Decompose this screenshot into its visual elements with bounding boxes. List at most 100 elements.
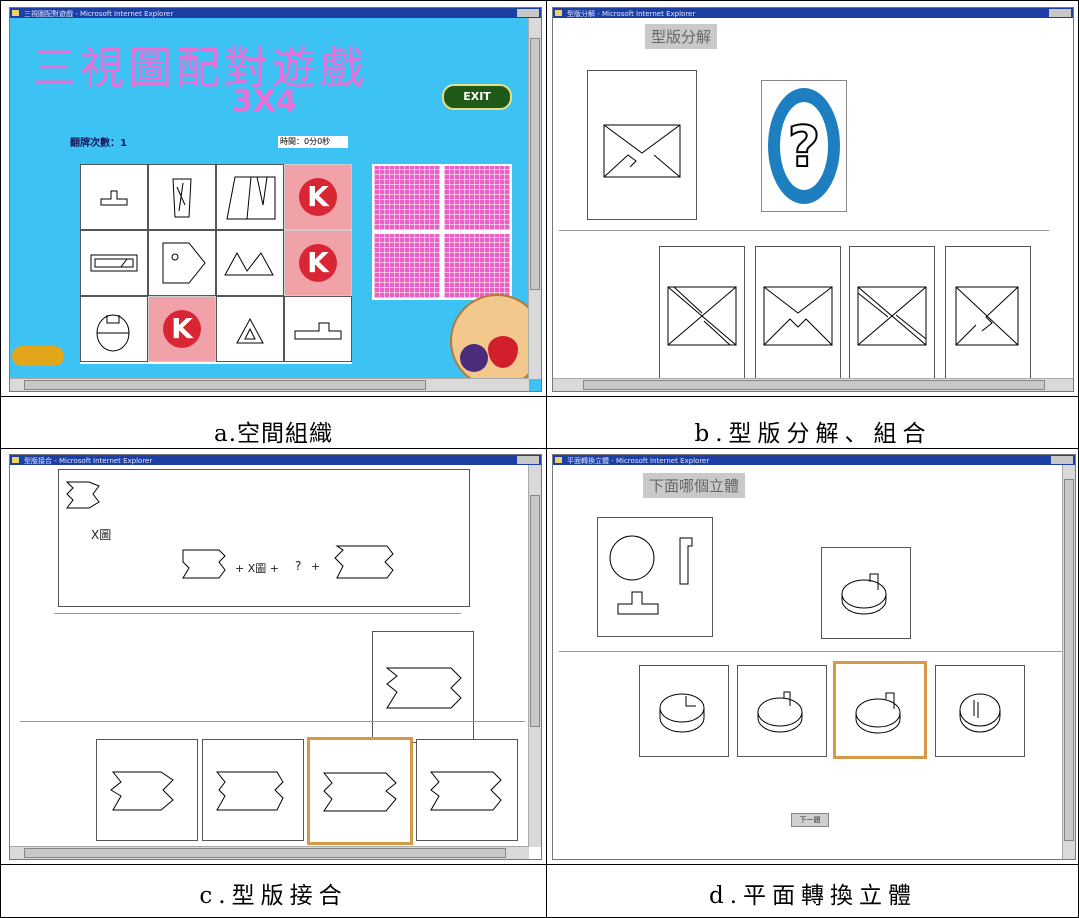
ie-icon: [12, 10, 19, 16]
scroll-thumb[interactable]: [583, 380, 1045, 390]
panel-d: 平面轉換立體 - Microsoft Internet Explorer 下面哪…: [548, 450, 1078, 864]
k-logo: K: [299, 244, 337, 282]
views-card: [597, 517, 713, 637]
choice-card[interactable]: [737, 665, 827, 757]
scroll-thumb[interactable]: [24, 848, 506, 858]
exit-label: EXIT: [463, 90, 491, 103]
choice-card[interactable]: [935, 665, 1025, 757]
scroll-thumb[interactable]: [1064, 479, 1074, 841]
choice-card[interactable]: [96, 739, 198, 841]
card-face-down-k[interactable]: K: [284, 230, 352, 296]
card-shape-steps[interactable]: [284, 296, 352, 362]
target-envelope-card: [587, 70, 697, 220]
choice-card[interactable]: [849, 246, 935, 382]
panel-b: 型版分解 - Microsoft Internet Explorer 型版分解 …: [548, 1, 1078, 396]
equation-piece-left: [182, 549, 226, 579]
header-label: 型版分解: [645, 24, 718, 49]
scroll-thumb[interactable]: [530, 495, 540, 727]
window-b: 型版分解 - Microsoft Internet Explorer 型版分解 …: [552, 7, 1074, 392]
choice-card[interactable]: [639, 665, 729, 757]
card-shape-zigzag[interactable]: [216, 230, 284, 296]
divider: [20, 721, 525, 722]
pink-card[interactable]: [372, 164, 442, 232]
figure-grid: 三視圖配對遊戲 - Microsoft Internet Explorer 三視…: [0, 0, 1079, 918]
window-title: 型版接合 - Microsoft Internet Explorer: [24, 457, 153, 465]
card-board: K K K: [80, 164, 352, 364]
banana-decoration: [12, 346, 64, 366]
window-title: 型版分解 - Microsoft Internet Explorer: [567, 10, 696, 18]
window-titlebar: 型版分解 - Microsoft Internet Explorer: [553, 8, 1073, 18]
horizontal-scrollbar[interactable]: [553, 378, 1073, 391]
table-border-center: [546, 0, 547, 918]
choice-card[interactable]: [416, 739, 518, 841]
table-border-left: [0, 0, 1, 918]
ie-icon: [12, 457, 19, 463]
flip-count-label: 翻牌次數：1: [70, 138, 127, 149]
card-shape-triangle[interactable]: [216, 296, 284, 362]
window-titlebar: 平面轉換立體 - Microsoft Internet Explorer: [553, 455, 1075, 465]
timer-field: 時間：0分0秒: [278, 136, 348, 148]
window-d: 平面轉換立體 - Microsoft Internet Explorer 下面哪…: [552, 454, 1076, 860]
panel-c: 型版接合 - Microsoft Internet Explorer X圖 + …: [1, 450, 546, 864]
card-shape-t[interactable]: [80, 164, 148, 230]
divider: [559, 651, 1069, 652]
window-controls[interactable]: [517, 9, 539, 17]
window-controls[interactable]: [1051, 456, 1073, 464]
equation-plus: +: [311, 560, 321, 573]
next-button[interactable]: 下一題: [791, 813, 829, 827]
grapes-decoration: [460, 344, 488, 372]
choice-card-selected[interactable]: [307, 737, 413, 845]
panel-a: 三視圖配對遊戲 - Microsoft Internet Explorer 三視…: [1, 1, 546, 396]
window-title: 平面轉換立體 - Microsoft Internet Explorer: [567, 457, 710, 465]
game-window-a: 三視圖配對遊戲 - Microsoft Internet Explorer 三視…: [9, 7, 542, 392]
table-border-mid: [0, 448, 1079, 449]
card-face-down-k[interactable]: K: [284, 164, 352, 230]
caption-a: a.空間組織: [213, 421, 334, 447]
choice-card[interactable]: [659, 246, 745, 382]
caption-d: d.平面轉換立體: [708, 883, 918, 909]
horizontal-scrollbar[interactable]: [10, 846, 529, 859]
window-title: 三視圖配對遊戲 - Microsoft Internet Explorer: [24, 10, 174, 18]
grid-size-label: 3X4: [232, 84, 297, 119]
table-border-row1: [0, 396, 1079, 397]
card-shape-prism[interactable]: [216, 164, 284, 230]
k-logo: K: [299, 178, 337, 216]
pink-card[interactable]: [442, 232, 512, 300]
vertical-scrollbar[interactable]: [528, 18, 541, 379]
choice-card[interactable]: [945, 246, 1031, 382]
header-label: 下面哪個立體: [643, 473, 746, 498]
pink-card[interactable]: [372, 232, 442, 300]
scroll-thumb[interactable]: [530, 38, 540, 290]
horizontal-scrollbar[interactable]: [10, 378, 529, 391]
table-border-row2: [0, 864, 1079, 865]
card-face-down-k[interactable]: K: [148, 296, 216, 362]
card-shape-helmet[interactable]: [80, 296, 148, 362]
card-shape-column[interactable]: [148, 164, 216, 230]
equation-plus-x: + X圖 +: [235, 562, 279, 575]
ie-icon: [555, 457, 562, 463]
window-titlebar: 型版接合 - Microsoft Internet Explorer: [10, 455, 541, 465]
choice-card[interactable]: [755, 246, 841, 382]
vertical-scrollbar[interactable]: [528, 465, 541, 847]
card-shape-tag[interactable]: [148, 230, 216, 296]
window-controls[interactable]: [1049, 9, 1071, 17]
pink-card[interactable]: [442, 164, 512, 232]
target-solid-card: [821, 547, 911, 639]
x-label: X圖: [91, 528, 112, 542]
divider: [54, 613, 461, 614]
choice-card-selected[interactable]: [833, 661, 927, 759]
divider: [559, 230, 1049, 231]
x-piece-shape: [65, 481, 100, 509]
card-shape-block[interactable]: [80, 230, 148, 296]
next-button-label: 下一題: [799, 816, 821, 824]
ie-icon: [555, 10, 562, 16]
window-c: 型版接合 - Microsoft Internet Explorer X圖 + …: [9, 454, 542, 860]
scroll-thumb[interactable]: [24, 380, 426, 390]
choice-card[interactable]: [202, 739, 304, 841]
exit-button[interactable]: EXIT: [442, 84, 512, 110]
vertical-scrollbar[interactable]: [1062, 465, 1075, 859]
game-title: 三視圖配對遊戲: [32, 43, 368, 94]
window-controls[interactable]: [517, 456, 539, 464]
caption-b: b.型版分解、組合: [694, 421, 932, 447]
target-piece-card: [372, 631, 474, 743]
